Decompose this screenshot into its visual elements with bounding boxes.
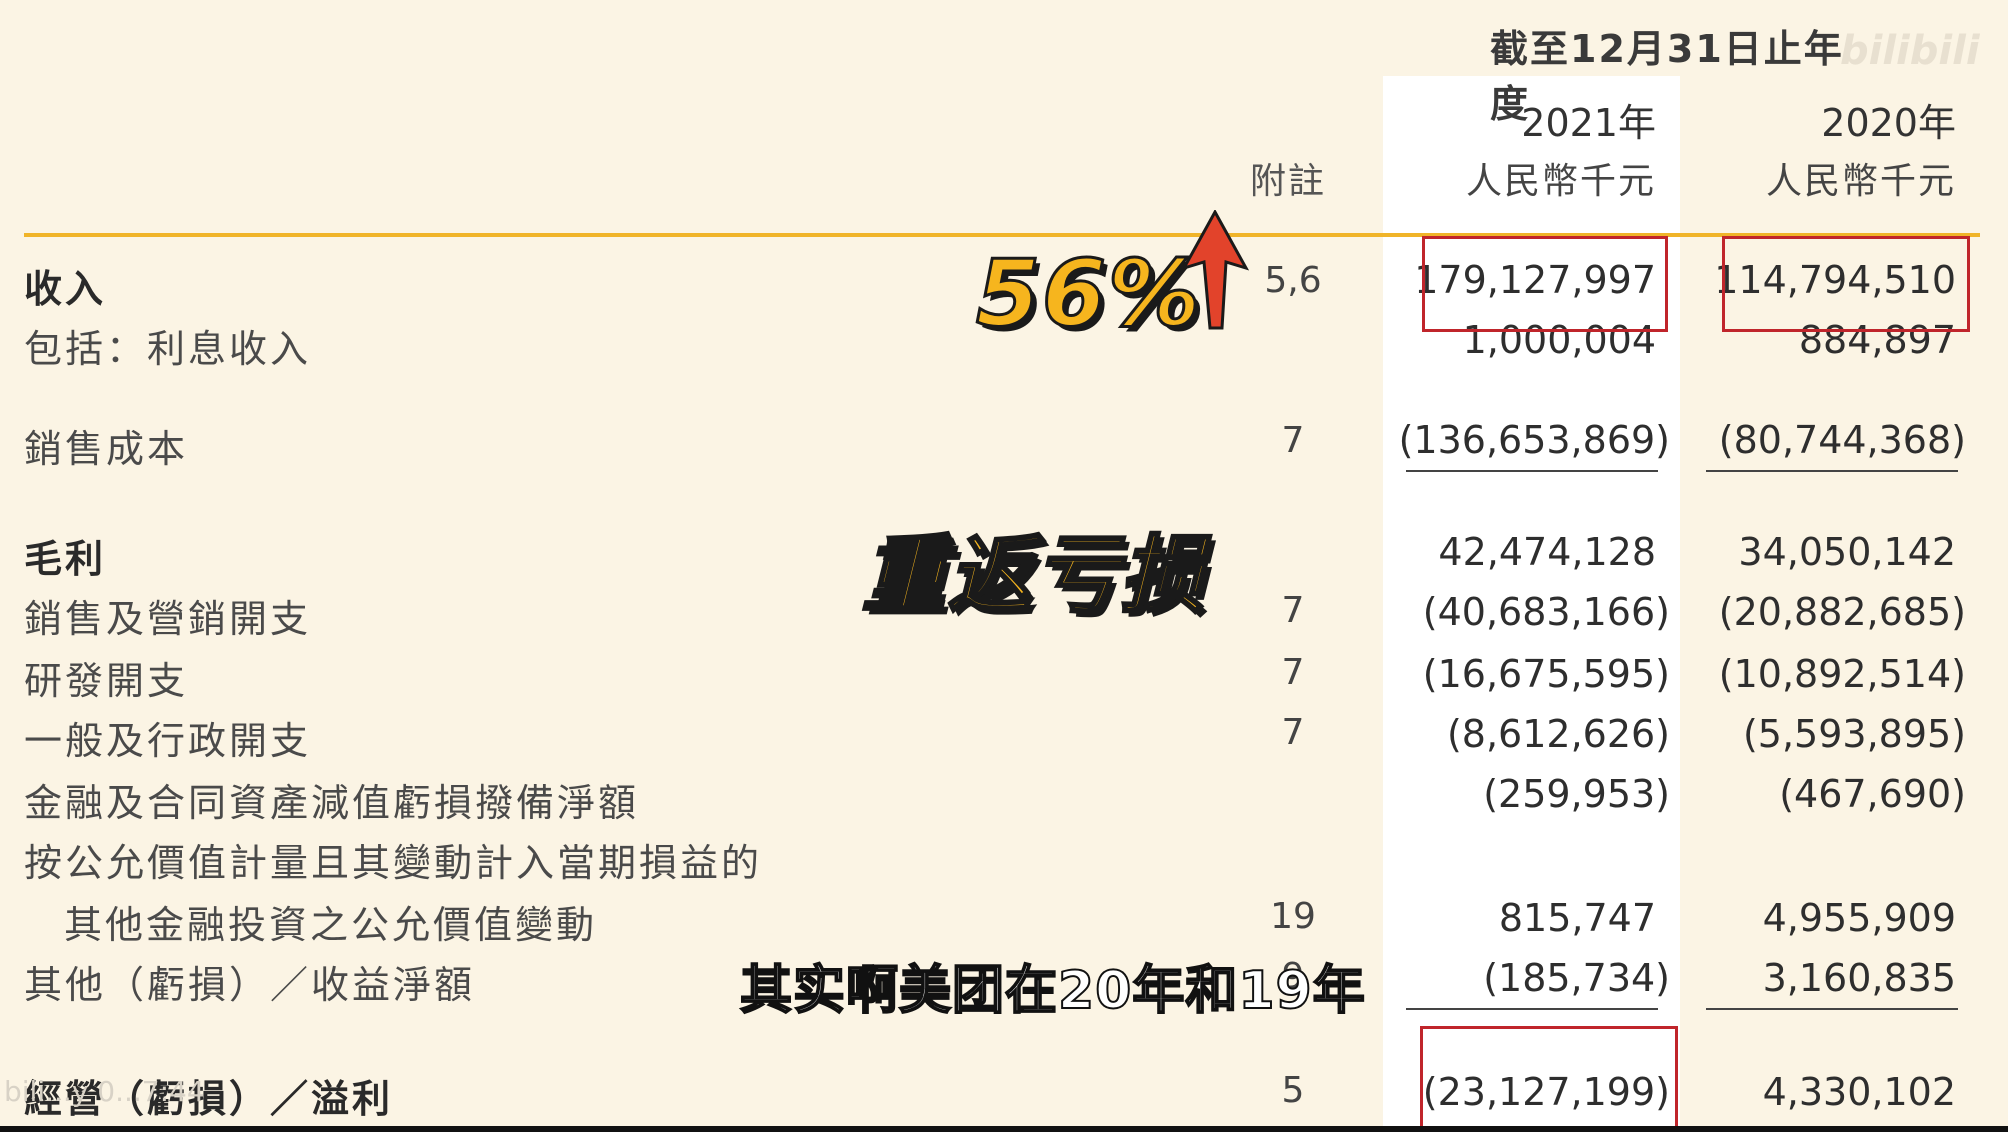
subtotal-underline-2021-b (1406, 1008, 1658, 1010)
value-2020-selling-marketing: (20,882,685) (1718, 590, 1966, 634)
value-2021-rnd: (16,675,595) (1422, 652, 1670, 696)
loss-sticker: 重返亏损 (860, 525, 1207, 626)
row-note-rnd: 7 (1281, 652, 1305, 693)
subtotal-underline-2020-b (1706, 1008, 1958, 1010)
row-note-fair-value-change: 19 (1270, 896, 1316, 937)
value-2020-general-admin: (5,593,895) (1742, 712, 1966, 756)
note-column-header: 附註 (1250, 161, 1327, 202)
bottom-bar (0, 1126, 2008, 1132)
row-label-fair-value-change: 其他金融投資之公允價值變動 (64, 903, 598, 947)
row-label-gross-profit: 毛利 (24, 537, 107, 581)
row-note-cost-of-sales: 7 (1281, 420, 1305, 461)
value-2020-other-gains: 3,160,835 (1762, 956, 1956, 1000)
up-arrow-icon (1180, 210, 1250, 330)
value-2021-other-gains: (185,734) (1483, 956, 1670, 1000)
value-2020-cost-of-sales: (80,744,368) (1718, 418, 1966, 462)
value-2020-rnd: (10,892,514) (1718, 652, 1966, 696)
value-2021-gross-profit: 42,474,128 (1438, 530, 1656, 574)
row-label-cost-of-sales: 銷售成本 (24, 427, 189, 471)
row-label-impairment: 金融及合同資產減值虧損撥備淨額 (24, 781, 640, 825)
row-note-operating-result: 5 (1281, 1070, 1305, 1111)
value-2021-selling-marketing: (40,683,166) (1422, 590, 1670, 634)
report-screenshot: 截至12月31日止年度 bilibili 2021年 2020年 附註 人民幣千… (0, 0, 2008, 1132)
value-2020-impairment: (467,690) (1779, 772, 1966, 816)
row-label-fair-value-heading: 按公允價值計量且其變動計入當期損益的 (24, 841, 763, 885)
value-2020-gross-profit: 34,050,142 (1738, 530, 1956, 574)
header-divider (24, 233, 1980, 237)
row-note-revenue: 5,6 (1264, 260, 1322, 301)
row-label-other-gains: 其他（虧損）／收益淨額 (24, 963, 476, 1007)
value-2021-impairment: (259,953) (1483, 772, 1670, 816)
highlight-box-revenue-2020 (1722, 236, 1970, 332)
value-2020-fair-value-change: 4,955,909 (1762, 896, 1956, 940)
row-note-general-admin: 7 (1281, 712, 1305, 753)
highlight-box-revenue-2021 (1422, 236, 1668, 332)
row-note-selling-marketing: 7 (1281, 590, 1305, 631)
row-label-general-admin: 一般及行政開支 (24, 719, 312, 763)
subtotal-underline-2020 (1706, 470, 1958, 472)
subtotal-underline-2021 (1406, 470, 1658, 472)
value-2021-fair-value-change: 815,747 (1498, 896, 1656, 940)
year-2021-header: 2021年 (1521, 101, 1656, 145)
row-label-selling-marketing: 銷售及營銷開支 (24, 597, 312, 641)
video-subtitle: 其实啊美团在20年和19年 (739, 960, 1366, 1022)
value-2021-general-admin: (8,612,626) (1446, 712, 1670, 756)
value-2021-cost-of-sales: (136,653,869) (1398, 418, 1670, 462)
unit-2020-header: 人民幣千元 (1765, 161, 1956, 202)
bilibili-watermark-logo: bilibili (1840, 28, 1980, 74)
video-timestamp: bili...y 0...7:44 (4, 1075, 205, 1108)
row-label-interest-income: 包括：利息收入 (24, 327, 312, 371)
row-label-revenue: 收入 (24, 267, 107, 311)
row-label-rnd: 研發開支 (24, 659, 189, 703)
year-2020-header: 2020年 (1821, 101, 1956, 145)
highlight-box-operating-loss-2021 (1420, 1026, 1678, 1132)
value-2020-operating-result: 4,330,102 (1762, 1070, 1956, 1114)
unit-2021-header: 人民幣千元 (1465, 161, 1656, 202)
growth-sticker: 56% (974, 239, 1203, 349)
